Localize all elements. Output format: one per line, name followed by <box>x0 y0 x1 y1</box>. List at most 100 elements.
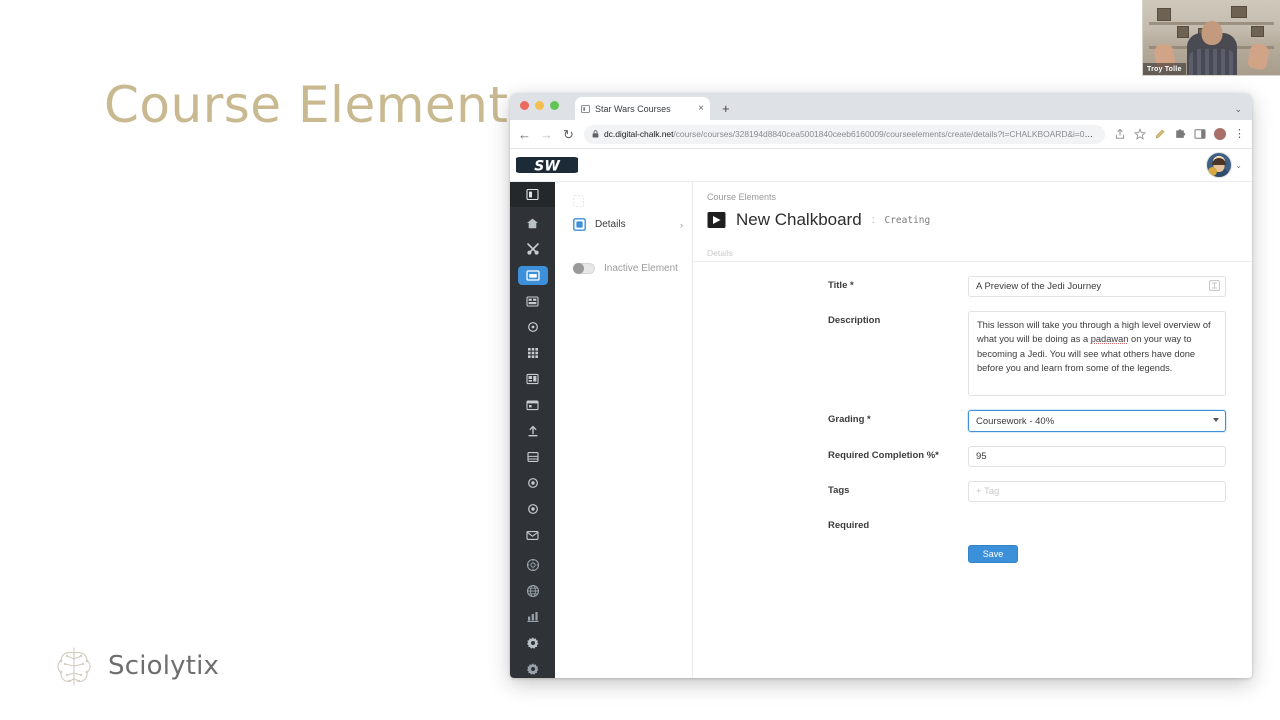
form-rail <box>693 262 828 678</box>
side-panel-icon[interactable] <box>1194 128 1206 140</box>
sidebar-item-grid[interactable] <box>518 344 548 363</box>
url-host: dc.digital-chalk.net <box>604 129 674 139</box>
save-spacer <box>828 545 968 549</box>
tags-label: Tags <box>828 485 850 496</box>
avatar[interactable] <box>1206 152 1233 178</box>
required-completion-control: 95 <box>968 446 1226 467</box>
presenter-head <box>1201 21 1222 45</box>
title-label: Title * <box>828 280 854 291</box>
close-window-button[interactable] <box>520 101 529 110</box>
sidebar-item-reports[interactable] <box>518 607 548 626</box>
sidebar-item-admin[interactable] <box>518 659 548 678</box>
app-header-right: ⌄ <box>1206 152 1242 178</box>
share-icon[interactable] <box>1114 128 1126 140</box>
sidebar-item-collapse-panel[interactable] <box>510 182 555 207</box>
sidebar-item-calendar[interactable] <box>518 396 548 415</box>
required-completion-input[interactable]: 95 <box>968 446 1226 467</box>
description-label: Description <box>828 315 881 326</box>
panel-placeholder-icon-row <box>555 190 692 212</box>
inactive-element-toggle[interactable] <box>573 263 595 274</box>
forward-button[interactable]: → <box>540 128 553 141</box>
sidebar-item-record[interactable] <box>518 474 548 493</box>
description-textarea[interactable]: This lesson will take you through a high… <box>968 311 1226 396</box>
chevron-down-icon[interactable]: ⌄ <box>1234 104 1242 115</box>
extensions-puzzle-icon[interactable] <box>1174 128 1186 140</box>
panel-item-inactive-element[interactable]: Inactive Element <box>555 257 692 280</box>
title-control: A Preview of the Jedi Journey <box>968 276 1226 297</box>
sidebar-item-library[interactable] <box>518 448 548 467</box>
grading-select[interactable]: Coursework - 40% <box>968 410 1226 432</box>
app-body: Details › Inactive Element Course Elemen… <box>510 182 1252 678</box>
chrome-menu-icon[interactable]: ⋮ <box>1234 128 1245 140</box>
field-row-title: Title * A Preview of the Jedi Journey <box>828 276 1226 297</box>
sidebar-item-globe[interactable] <box>518 581 548 600</box>
slide-title: Course Elements <box>104 76 536 134</box>
tab-details[interactable]: Details <box>707 248 733 261</box>
panel-item-details[interactable]: Details › <box>555 212 692 237</box>
sidebar-item-compass[interactable] <box>518 555 548 574</box>
catalog-icon <box>526 374 539 385</box>
translate-icon[interactable] <box>1209 280 1220 291</box>
minimize-window-button[interactable] <box>535 101 544 110</box>
window-controls[interactable] <box>520 101 559 110</box>
sidebar-item-settings[interactable] <box>518 318 548 337</box>
sidebar-item-upload[interactable] <box>518 422 548 441</box>
close-tab-button[interactable]: × <box>698 103 704 114</box>
chevron-down-icon[interactable]: ⌄ <box>1235 161 1242 170</box>
sidebar-item-mail[interactable] <box>518 526 548 545</box>
field-row-required: Required <box>828 516 1226 531</box>
presenter-name-label: Troy Tolle <box>1143 63 1186 75</box>
breadcrumb[interactable]: Course Elements <box>693 192 1252 202</box>
compass-icon <box>526 558 539 571</box>
picture-frame <box>1231 6 1247 18</box>
save-button[interactable]: Save <box>968 545 1018 563</box>
sidebar-item-settings-gear[interactable] <box>518 633 548 652</box>
required-label: Required <box>828 520 870 531</box>
picture-frame <box>1157 8 1171 21</box>
address-bar-text: dc.digital-chalk.net/course/courses/3281… <box>604 129 1097 139</box>
brand-lockup: Sciolytix <box>52 643 219 689</box>
profile-avatar-icon[interactable] <box>1214 128 1226 140</box>
globe-icon <box>526 584 539 597</box>
new-tab-button[interactable]: + <box>722 102 730 115</box>
field-row-required-completion: Required Completion %* 95 <box>828 446 1226 467</box>
slide-stage: Course Elements Sciolytix Troy Tolle Sta… <box>0 0 1280 720</box>
browser-tab-strip: Star Wars Courses × + ⌄ <box>510 93 1252 120</box>
sciolytix-brain-icon <box>57 647 91 686</box>
browser-tab[interactable]: Star Wars Courses × <box>575 97 710 120</box>
reload-button[interactable]: ↻ <box>562 128 575 141</box>
sidebar-item-target[interactable] <box>518 500 548 519</box>
sidebar-item-home[interactable] <box>518 214 548 233</box>
title-input[interactable]: A Preview of the Jedi Journey <box>968 276 1226 297</box>
form-fields: Title * A Preview of the Jedi Journey De… <box>828 262 1252 678</box>
element-side-panel: Details › Inactive Element <box>555 182 693 678</box>
svg-text:SW: SW <box>534 159 560 175</box>
sidebar-item-courses[interactable] <box>517 265 548 285</box>
sidebar-item-modules[interactable] <box>518 292 548 311</box>
sidebar-item-catalog[interactable] <box>518 370 548 389</box>
maximize-window-button[interactable] <box>550 101 559 110</box>
main-content: Course Elements New Chalkboard : Creatin… <box>693 182 1252 678</box>
upload-icon <box>528 425 537 437</box>
panel-item-inactive-element-label: Inactive Element <box>604 263 678 274</box>
course-icon <box>525 270 540 281</box>
details-icon <box>573 218 586 231</box>
chalkboard-icon <box>707 211 726 228</box>
bookmark-star-icon[interactable] <box>1134 128 1146 140</box>
page-title-separator: : <box>871 214 875 226</box>
reports-bar-chart-icon <box>526 612 539 623</box>
required-completion-label: Required Completion %* <box>828 450 939 461</box>
chevron-right-icon: › <box>680 219 683 230</box>
sw-logo[interactable]: SW <box>516 153 578 177</box>
toolbar-icons: ⋮ <box>1114 128 1245 140</box>
browser-toolbar: ← → ↻ dc.digital-chalk.net/course/course… <box>510 120 1252 149</box>
tags-input[interactable]: + Tag <box>968 481 1226 502</box>
grading-control: Coursework - 40% <box>968 410 1226 432</box>
address-bar[interactable]: dc.digital-chalk.net/course/courses/3281… <box>584 124 1105 144</box>
picture-frame <box>1177 26 1189 38</box>
side-nav <box>510 182 555 678</box>
url-path: /course/courses/328194d8840cea5001840cee… <box>673 129 1097 139</box>
highlighter-extension-icon[interactable] <box>1154 128 1166 140</box>
back-button[interactable]: ← <box>518 128 531 141</box>
sidebar-item-tools[interactable] <box>518 240 548 259</box>
